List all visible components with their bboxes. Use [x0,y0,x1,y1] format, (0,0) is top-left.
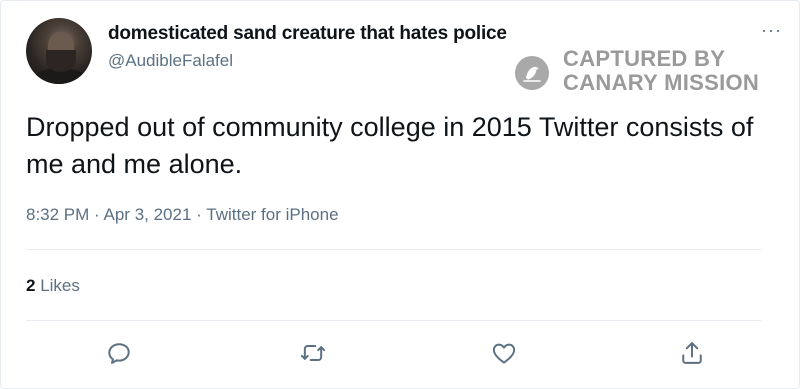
user-handle[interactable]: @AudibleFalafel [108,51,233,71]
heart-icon [492,343,516,364]
divider [26,249,761,250]
divider [26,320,761,321]
reply-button[interactable] [105,339,133,367]
tweet-source[interactable]: Twitter for iPhone [206,205,338,224]
likes-link[interactable]: 2 Likes [26,276,80,296]
watermark-text: CAPTURED BY CANARY MISSION [563,46,760,95]
avatar[interactable] [26,18,92,84]
share-button[interactable] [678,339,706,367]
tweet-date[interactable]: Apr 3, 2021 [104,205,192,224]
meta-separator: · [196,205,202,224]
like-button[interactable] [490,339,518,367]
likes-label: Likes [40,276,80,295]
tweet-text: Dropped out of community college in 2015… [26,112,754,179]
display-name[interactable]: domesticated sand creature that hates po… [108,23,507,45]
watermark: CAPTURED BY CANARY MISSION [515,47,795,97]
share-icon [682,342,702,364]
meta-separator: · [94,205,100,224]
retweet-icon [300,345,326,361]
tweet-time[interactable]: 8:32 PM [26,205,89,224]
reply-icon [108,343,130,364]
tweet-meta: 8:32 PM · Apr 3, 2021 · Twitter for iPho… [26,205,339,225]
likes-count: 2 [26,276,36,295]
avatar-beard [46,50,76,72]
retweet-button[interactable] [299,339,327,367]
more-icon[interactable]: ··· [761,21,782,39]
canary-logo-icon [515,56,549,90]
tweet-card: domesticated sand creature that hates po… [0,0,800,389]
